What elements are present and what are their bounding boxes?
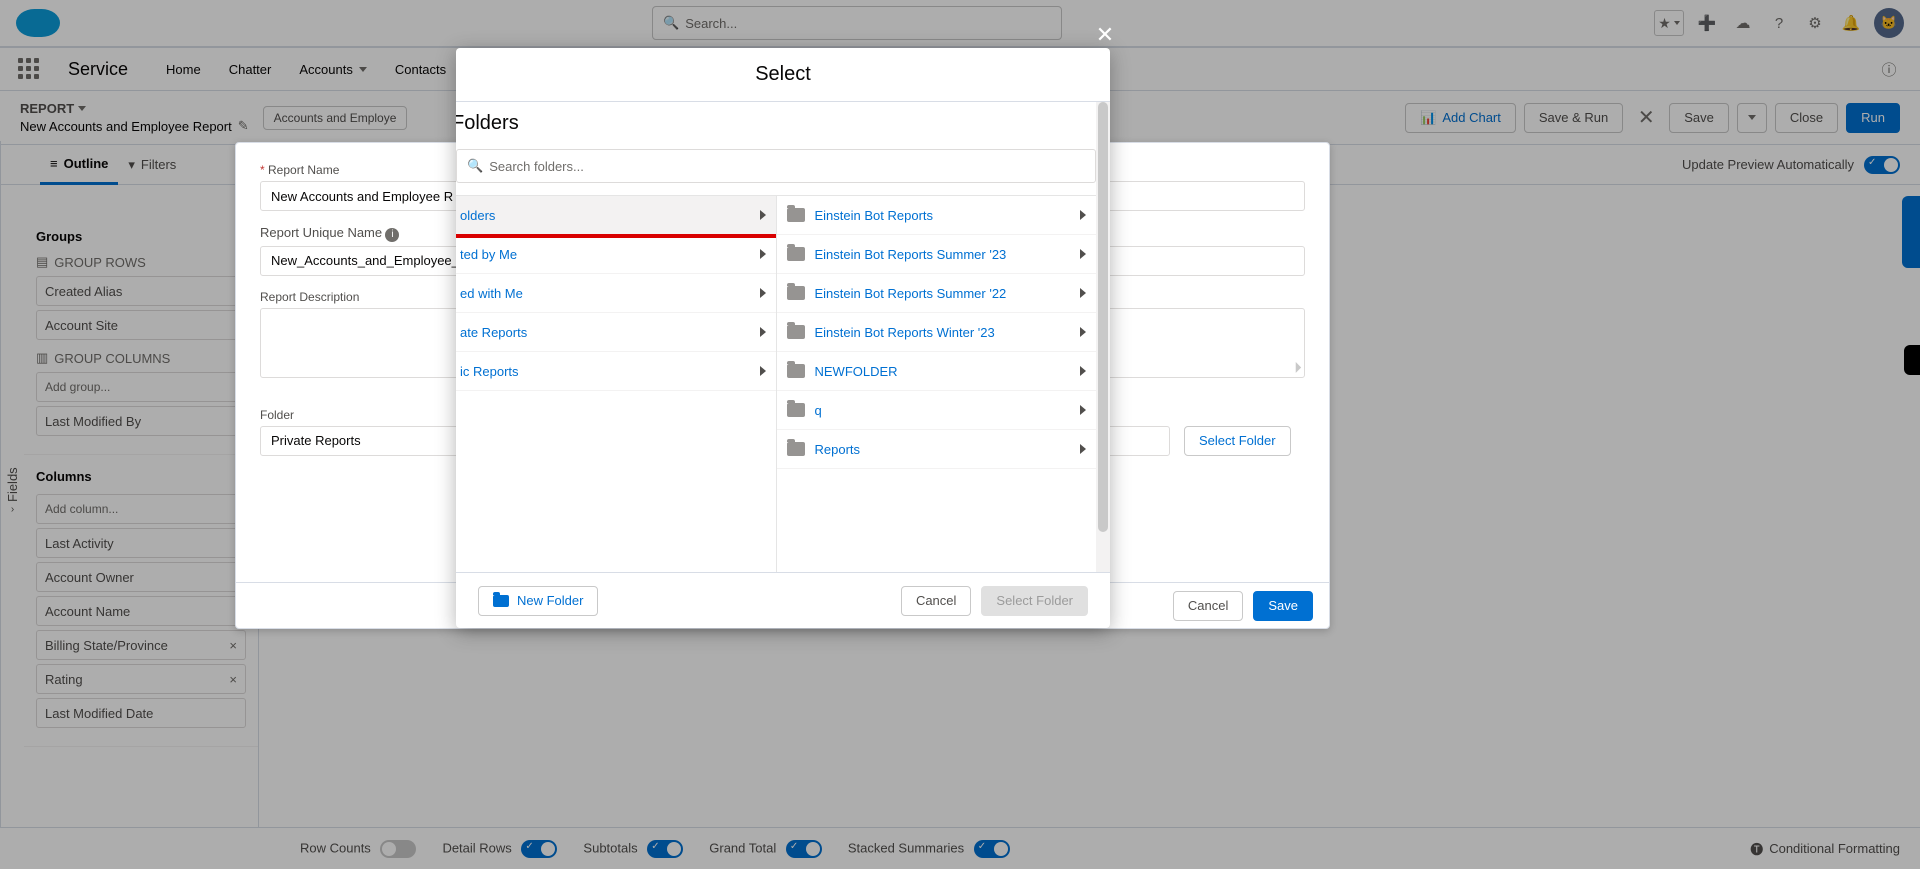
save-dialog-cancel-button[interactable]: Cancel [1173, 591, 1243, 621]
folder-icon [787, 442, 805, 456]
chevron-right-icon [1080, 327, 1086, 337]
folder-item[interactable]: Einstein Bot Reports [777, 196, 1097, 235]
save-dialog-save-button[interactable]: Save [1253, 591, 1313, 621]
modal-select-folder-button[interactable]: Select Folder [981, 586, 1088, 616]
chevron-right-icon [760, 288, 766, 298]
chevron-right-icon [1080, 249, 1086, 259]
folder-picker-modal: Select Folders 🔍 Search folders... older… [456, 48, 1110, 628]
chevron-right-icon [1080, 366, 1086, 376]
folder-icon [493, 595, 509, 607]
folder-item[interactable]: Einstein Bot Reports Summer '22 [777, 274, 1097, 313]
folder-item-label: Einstein Bot Reports Winter '23 [815, 325, 995, 340]
resize-handle-icon[interactable]: ◢ [1290, 360, 1303, 373]
folder-icon [787, 208, 805, 222]
folder-item-label: NEWFOLDER [815, 364, 898, 379]
folder-item-label: ted by Me [460, 247, 517, 262]
folder-item-label: ed with Me [460, 286, 523, 301]
folder-item-label: Einstein Bot Reports Summer '22 [815, 286, 1007, 301]
folder-item-label: Reports [815, 442, 861, 457]
folder-item-label: ic Reports [460, 364, 519, 379]
chevron-right-icon [1080, 288, 1086, 298]
folder-icon [787, 325, 805, 339]
folder-item-label: ate Reports [460, 325, 527, 340]
folder-item[interactable]: ed with Me [456, 274, 776, 313]
folder-item[interactable]: ic Reports [456, 352, 776, 391]
info-icon[interactable]: i [385, 228, 399, 242]
modal-close-icon[interactable]: ✕ [1090, 20, 1120, 50]
folder-column-left: olders ted by Me ed with Me ate Reports ic R… [456, 196, 777, 572]
chevron-right-icon [1080, 210, 1086, 220]
folder-item[interactable]: olders [456, 196, 776, 235]
folder-item[interactable]: Einstein Bot Reports Winter '23 [777, 313, 1097, 352]
modal-section-title: Folders [456, 102, 1096, 149]
folder-item[interactable]: q [777, 391, 1097, 430]
folder-item[interactable]: Einstein Bot Reports Summer '23 [777, 235, 1097, 274]
folder-item-label: q [815, 403, 822, 418]
chevron-right-icon [1080, 444, 1086, 454]
modal-title: Select [456, 48, 1110, 102]
folder-item-label: Einstein Bot Reports [815, 208, 934, 223]
folder-item[interactable]: Reports [777, 430, 1097, 469]
chevron-right-icon [760, 249, 766, 259]
folder-search-input[interactable]: 🔍 Search folders... [456, 149, 1096, 183]
modal-cancel-button[interactable]: Cancel [901, 586, 971, 616]
select-folder-button[interactable]: Select Folder [1184, 426, 1291, 456]
folder-icon [787, 247, 805, 261]
folder-item[interactable]: ate Reports [456, 313, 776, 352]
chevron-right-icon [760, 327, 766, 337]
search-icon: 🔍 [467, 158, 483, 174]
new-folder-button[interactable]: New Folder [478, 586, 598, 616]
folder-column-right: Einstein Bot Reports Einstein Bot Reports… [777, 196, 1097, 572]
folder-item[interactable]: ted by Me [456, 235, 776, 274]
modal-scrollbar[interactable] [1096, 102, 1110, 572]
folder-icon [787, 286, 805, 300]
folder-icon [787, 364, 805, 378]
chevron-right-icon [760, 366, 766, 376]
folder-item-label: Einstein Bot Reports Summer '23 [815, 247, 1007, 262]
chevron-right-icon [1080, 405, 1086, 415]
folder-item[interactable]: NEWFOLDER [777, 352, 1097, 391]
folder-item-label: olders [460, 208, 495, 223]
folder-icon [787, 403, 805, 417]
chevron-right-icon [760, 210, 766, 220]
